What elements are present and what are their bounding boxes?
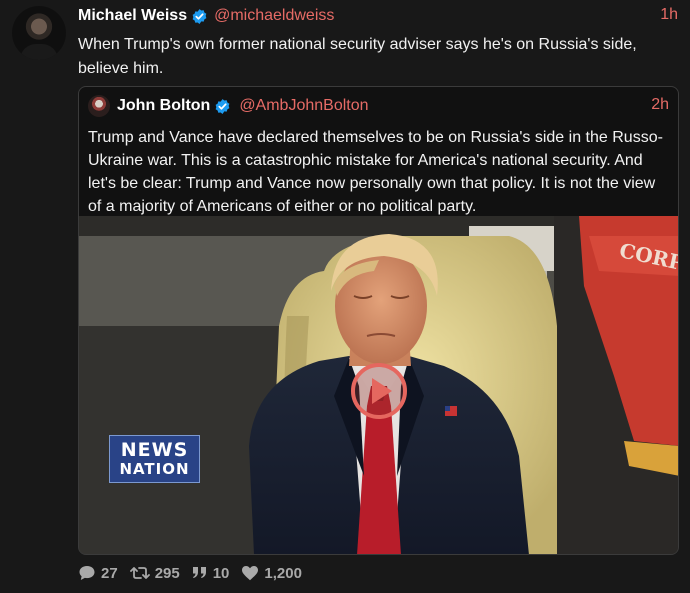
quoted-author-name[interactable]: John Bolton: [117, 97, 210, 115]
quoted-post-header: John Bolton @AmbJohnBolton: [117, 96, 369, 116]
like-count-value: 1,200: [264, 564, 302, 582]
quoted-post-timestamp[interactable]: 2h: [651, 96, 669, 114]
speech-bubble-icon: [79, 566, 95, 580]
quoted-author-avatar[interactable]: [88, 95, 110, 117]
verified-badge-icon: [191, 8, 208, 25]
tweet-header: Michael Weiss @michaeldweiss: [78, 6, 678, 26]
repost-count-value: 295: [154, 564, 180, 582]
news-nation-logo: NEWS NATION: [109, 435, 200, 483]
engagement-stats: 27 295 10 1,200: [78, 563, 302, 583]
video-player[interactable]: CORPS NEWS NATION: [79, 216, 678, 554]
play-button[interactable]: [351, 363, 407, 419]
tweet: Michael Weiss @michaeldweiss 1h When Tru…: [0, 0, 690, 593]
quote-marks-icon: [192, 567, 206, 578]
logo-line-news: NEWS: [120, 439, 189, 461]
post-timestamp[interactable]: 1h: [660, 6, 678, 24]
heart-icon: [242, 566, 259, 581]
post-text: When Trump's own former national securit…: [78, 36, 637, 77]
author-avatar[interactable]: [12, 6, 66, 60]
repost-count[interactable]: 295: [129, 564, 180, 582]
quoted-post-text: Trump and Vance have declared themselves…: [88, 129, 663, 215]
reply-count[interactable]: 27: [78, 565, 118, 582]
repost-arrows-icon: [129, 567, 150, 579]
avatar-shirt: [20, 44, 58, 60]
logo-line-nation: NATION: [119, 460, 190, 478]
play-icon: [372, 378, 392, 404]
like-count[interactable]: 1,200: [241, 565, 302, 582]
author-name[interactable]: Michael Weiss: [78, 7, 187, 25]
author-handle[interactable]: @michaeldweiss: [214, 7, 334, 25]
quote-count[interactable]: 10: [192, 564, 230, 582]
verified-badge-icon: [214, 98, 231, 115]
quoted-post[interactable]: John Bolton @AmbJohnBolton 2h Trump and …: [78, 86, 679, 555]
quote-count-value: 10: [212, 564, 230, 582]
reply-count-value: 27: [101, 564, 118, 582]
quoted-author-handle[interactable]: @AmbJohnBolton: [239, 97, 368, 115]
